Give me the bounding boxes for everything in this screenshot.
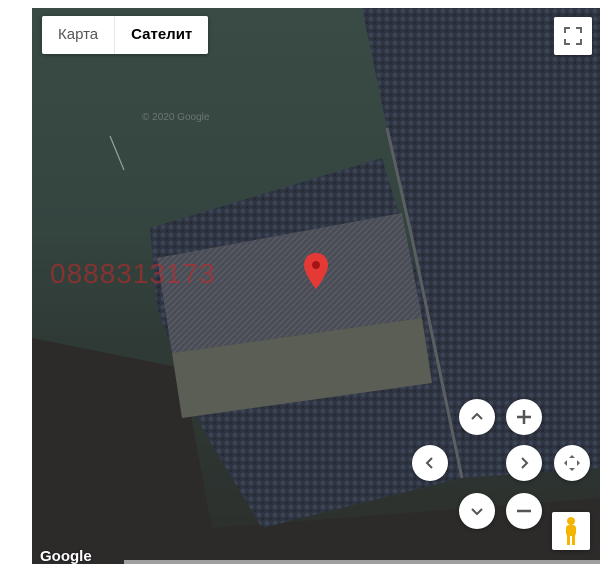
street-view-pegman-button[interactable] — [552, 512, 590, 550]
zoom-in-button[interactable] — [506, 399, 542, 435]
attribution-bar — [124, 560, 600, 564]
chevron-left-icon — [425, 457, 433, 469]
map-type-map-button[interactable]: Карта — [42, 16, 114, 54]
fullscreen-icon — [564, 27, 582, 45]
map-type-satellite-button[interactable]: Сателит — [114, 16, 208, 54]
map-type-control: Карта Сателит — [42, 16, 209, 54]
fullscreen-button[interactable] — [554, 17, 592, 55]
recenter-button[interactable] — [554, 445, 590, 481]
pegman-icon — [566, 517, 576, 545]
pan-right-button[interactable] — [506, 445, 542, 481]
minus-icon — [517, 509, 531, 513]
satellite-map[interactable]: © 2020 Google 0888313173 Карта Сателит G… — [32, 8, 600, 564]
recenter-icon — [564, 455, 580, 471]
phone-watermark: 0888313173 — [50, 258, 216, 289]
google-logo: Google — [40, 548, 92, 564]
chevron-up-icon — [471, 412, 483, 420]
chevron-right-icon — [521, 457, 529, 469]
pan-up-button[interactable] — [459, 399, 495, 435]
plus-icon — [517, 410, 531, 424]
pan-down-button[interactable] — [459, 493, 495, 529]
copyright-watermark: © 2020 Google — [142, 112, 210, 123]
location-marker-icon[interactable] — [304, 253, 328, 289]
chevron-down-icon — [471, 508, 483, 516]
zoom-out-button[interactable] — [506, 493, 542, 529]
pan-left-button[interactable] — [412, 445, 448, 481]
